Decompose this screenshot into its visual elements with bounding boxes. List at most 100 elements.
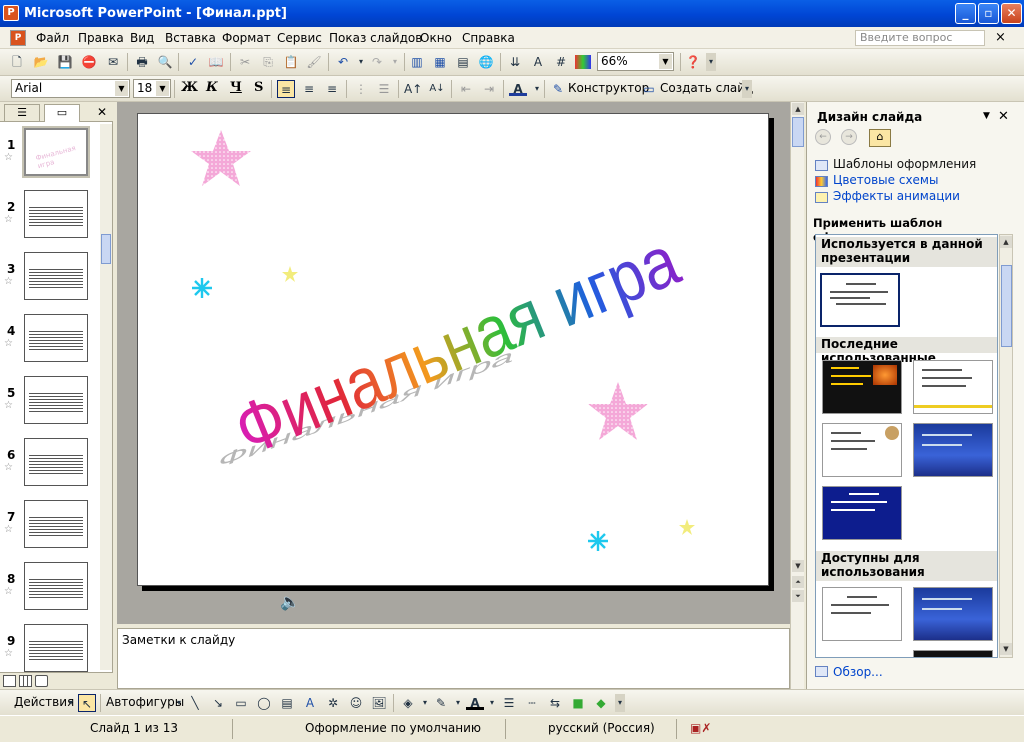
template-thumbnail[interactable] — [913, 360, 993, 414]
decrease-font-icon[interactable]: A↓ — [428, 80, 446, 98]
template-thumbnail[interactable] — [822, 423, 902, 477]
align-center-icon[interactable]: ≡ — [300, 80, 318, 98]
copy-icon[interactable]: ⎘ — [259, 53, 277, 71]
numbering-icon[interactable]: ⋮ — [352, 80, 370, 98]
zoom-select[interactable]: 66% ▼ — [597, 52, 674, 71]
oval-icon[interactable]: ◯ — [255, 694, 273, 712]
slide-thumbnail[interactable] — [24, 376, 88, 424]
font-size-select[interactable]: 18 ▼ — [133, 79, 171, 98]
redo-icon[interactable]: ↷ — [368, 53, 386, 71]
menu-file[interactable]: Файл — [36, 31, 69, 45]
normal-view-icon[interactable] — [3, 675, 16, 687]
menu-format[interactable]: Формат — [222, 31, 271, 45]
new-icon[interactable]: 🗋 — [8, 53, 26, 71]
menu-tools[interactable]: Сервис — [277, 31, 322, 45]
document-close-icon[interactable]: × — [995, 30, 1006, 45]
toolbar-options-icon[interactable]: ▾ — [706, 53, 716, 71]
tab-slides[interactable]: ▭ — [44, 104, 80, 122]
table-icon[interactable]: ▦ — [431, 53, 449, 71]
line-style-icon[interactable]: ☰ — [500, 694, 518, 712]
line-icon[interactable]: ╲ — [186, 694, 204, 712]
menu-help[interactable]: Справка — [462, 31, 515, 45]
notes-pane[interactable]: Заметки к слайду — [117, 628, 790, 689]
font-color-icon[interactable]: A — [466, 694, 484, 710]
shadow-style-icon[interactable]: ■ — [569, 694, 587, 712]
bold-button[interactable]: Ж — [181, 80, 198, 95]
slide-thumbnail[interactable]: Финальная игра — [22, 126, 90, 178]
previous-slide-icon[interactable]: ⏶ — [792, 576, 804, 588]
font-select[interactable]: Arial ▼ — [11, 79, 130, 98]
powerpoint-icon[interactable]: P — [3, 5, 19, 21]
template-list-scrollbar[interactable]: ▲ ▼ — [999, 234, 1013, 658]
spelling-icon[interactable]: ✓ — [184, 53, 202, 71]
template-thumbnail[interactable] — [822, 587, 902, 641]
menu-window[interactable]: Окно — [420, 31, 452, 45]
redo-dropdown-icon[interactable]: ▾ — [386, 53, 404, 71]
cut-icon[interactable]: ✂ — [236, 53, 254, 71]
grid-icon[interactable]: # — [552, 53, 570, 71]
menu-view[interactable]: Вид — [130, 31, 154, 45]
designer-button[interactable]: Конструктор — [568, 81, 649, 95]
arrow-style-icon[interactable]: ⇆ — [546, 694, 564, 712]
slide-thumbnail[interactable] — [24, 190, 88, 238]
animation-effects-link[interactable]: Эффекты анимации — [833, 189, 960, 203]
toolbar-options-icon[interactable]: ▾ — [742, 80, 752, 98]
align-right-icon[interactable]: ≡ — [323, 80, 341, 98]
save-icon[interactable]: 💾 — [56, 53, 74, 71]
expand-all-icon[interactable]: ⇊ — [506, 53, 524, 71]
menu-insert[interactable]: Вставка — [165, 31, 216, 45]
print-icon[interactable]: 🖶 — [133, 53, 151, 71]
scroll-down-icon[interactable]: ▼ — [792, 560, 804, 572]
toolbar-options-icon[interactable]: ▾ — [615, 694, 625, 712]
increase-indent-icon[interactable]: ⇥ — [480, 80, 498, 98]
slide-thumbnail[interactable] — [24, 314, 88, 362]
design-templates-link[interactable]: Шаблоны оформления — [833, 157, 976, 171]
font-color-dropdown-icon[interactable]: ▾ — [483, 694, 501, 712]
template-thumbnail[interactable] — [913, 587, 993, 641]
email-icon[interactable]: ✉ — [104, 53, 122, 71]
new-slide-icon[interactable]: ▭ — [640, 80, 658, 98]
align-left-icon[interactable]: ≡ — [277, 80, 295, 98]
scroll-thumb[interactable] — [792, 117, 804, 147]
slide-thumbnail[interactable] — [24, 562, 88, 610]
close-button[interactable]: ✕ — [1001, 3, 1022, 24]
bullets-icon[interactable]: ☰ — [375, 80, 393, 98]
line-color-dropdown-icon[interactable]: ▾ — [449, 694, 467, 712]
template-thumbnail[interactable] — [822, 486, 902, 540]
tables-borders-icon[interactable]: ▤ — [454, 53, 472, 71]
template-thumbnail[interactable] — [822, 360, 902, 414]
underline-button[interactable]: Ч — [230, 80, 242, 95]
next-slide-icon[interactable]: ⏷ — [792, 590, 804, 602]
paste-icon[interactable]: 📋 — [282, 53, 300, 71]
italic-button[interactable]: К — [206, 80, 218, 95]
picture-icon[interactable]: 🖼 — [370, 694, 388, 712]
spelling-status-icon[interactable]: ▣✗ — [690, 721, 711, 735]
shadow-button[interactable]: S — [254, 80, 263, 95]
minimize-button[interactable]: _ — [955, 3, 976, 24]
clipart-icon[interactable]: ☺ — [347, 694, 365, 712]
rectangle-icon[interactable]: ▭ — [232, 694, 250, 712]
designer-icon[interactable]: ✎ — [549, 80, 567, 98]
ask-question-input[interactable]: Введите вопрос — [855, 30, 985, 46]
slide-thumbnail[interactable] — [24, 500, 88, 548]
increase-font-icon[interactable]: A↑ — [404, 80, 422, 98]
tab-outline[interactable]: ☰ — [4, 104, 40, 121]
task-pane-menu-icon[interactable]: ▼ — [983, 111, 990, 121]
show-formatting-icon[interactable]: A — [529, 53, 547, 71]
diagram-icon[interactable]: ✲ — [324, 694, 342, 712]
new-slide-button[interactable]: Создать слайд — [660, 81, 753, 95]
editor-scrollbar[interactable]: ▲ ▼ ⏶ ⏷ — [790, 102, 804, 689]
color-grayscale-icon[interactable] — [575, 55, 591, 69]
current-slide[interactable]: Финальная игра Финальная игра — [137, 113, 769, 586]
scroll-up-icon[interactable]: ▲ — [1000, 236, 1012, 248]
fill-color-icon[interactable]: ◈ — [399, 694, 417, 712]
wordart-icon[interactable]: A — [301, 694, 319, 712]
back-icon[interactable]: ← — [815, 129, 831, 145]
pane-close-icon[interactable]: ✕ — [97, 105, 107, 119]
browse-link[interactable]: Обзор... — [833, 665, 883, 679]
maximize-button[interactable]: ▫ — [978, 3, 999, 24]
research-icon[interactable]: 📖 — [207, 53, 225, 71]
template-thumbnail[interactable] — [913, 650, 993, 657]
undo-icon[interactable]: ↶ — [334, 53, 352, 71]
line-color-icon[interactable]: ✎ — [432, 694, 450, 712]
